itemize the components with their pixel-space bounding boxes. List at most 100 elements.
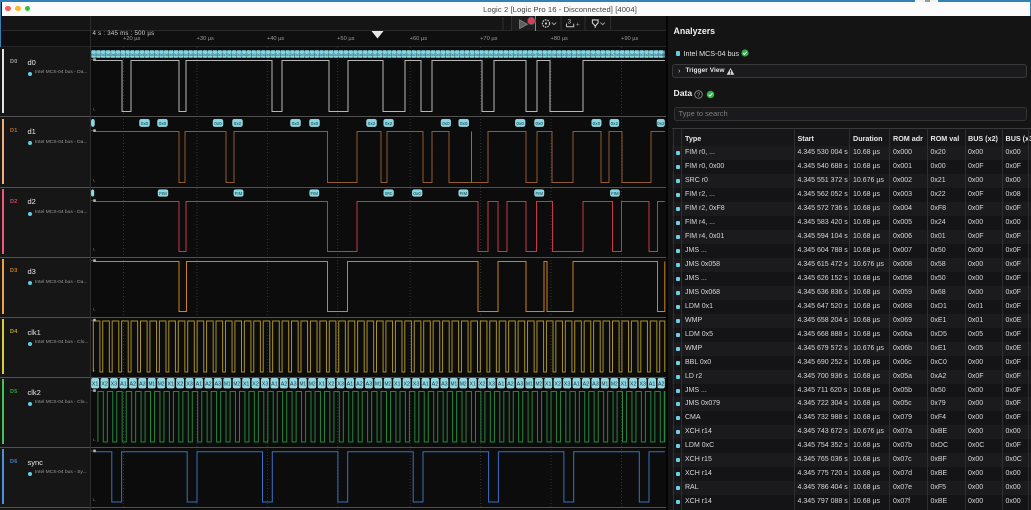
svg-text:A2: A2 — [507, 382, 514, 388]
svg-text:0x0: 0x0 — [214, 121, 222, 126]
svg-text:A3: A3 — [139, 382, 146, 388]
svg-text:0x6: 0x6 — [475, 53, 479, 57]
svg-text:0x1: 0x1 — [484, 53, 488, 57]
svg-text:0x3: 0x3 — [606, 53, 610, 57]
svg-text:M2: M2 — [460, 382, 467, 388]
svg-text:M1: M1 — [602, 382, 609, 388]
svg-text:L: L — [93, 307, 96, 312]
svg-text:M1: M1 — [526, 382, 533, 388]
svg-text:0x3: 0x3 — [295, 53, 299, 57]
svg-text:L: L — [93, 497, 96, 502]
svg-text:0x4: 0x4 — [436, 53, 440, 57]
svg-text:0x2: 0x2 — [385, 121, 393, 126]
svg-text:0x0: 0x0 — [504, 53, 508, 57]
svg-text:X1: X1 — [469, 382, 476, 388]
svg-text:X3: X3 — [488, 382, 495, 388]
svg-text:0x1: 0x1 — [596, 53, 600, 57]
svg-text:0x0: 0x0 — [615, 53, 619, 57]
svg-text:0x6: 0x6 — [189, 53, 193, 57]
svg-text:0x3: 0x3 — [373, 53, 377, 57]
svg-text:0x1: 0x1 — [252, 53, 256, 57]
svg-text:0x1: 0x1 — [392, 53, 396, 57]
svg-text:0x0: 0x0 — [413, 191, 421, 196]
svg-text:A3: A3 — [290, 382, 297, 388]
svg-text:M2: M2 — [535, 382, 542, 388]
svg-text:A2: A2 — [432, 382, 439, 388]
svg-text:0x3: 0x3 — [528, 53, 532, 57]
svg-text:0x7: 0x7 — [378, 53, 382, 57]
svg-text:0x5: 0x5 — [290, 53, 294, 57]
svg-text:0x4: 0x4 — [339, 53, 343, 57]
svg-text:A1: A1 — [120, 382, 127, 388]
svg-text:0x2: 0x2 — [198, 53, 202, 57]
svg-text:A3: A3 — [517, 382, 524, 388]
svg-text:0x4: 0x4 — [358, 53, 362, 57]
svg-text:0x4: 0x4 — [184, 53, 188, 57]
svg-text:0x6: 0x6 — [397, 53, 401, 57]
svg-text:X3: X3 — [337, 382, 344, 388]
svg-text:0x2: 0x2 — [412, 53, 416, 57]
svg-text:0x2: 0x2 — [121, 53, 125, 57]
svg-text:0x0: 0x0 — [593, 121, 601, 126]
svg-text:0x6: 0x6 — [421, 53, 425, 57]
svg-text:0x0: 0x0 — [247, 53, 251, 57]
svg-text:0x5: 0x5 — [368, 53, 372, 57]
svg-text:0x5: 0x5 — [213, 53, 217, 57]
svg-text:0x6: 0x6 — [344, 53, 348, 57]
svg-text:0x2: 0x2 — [431, 53, 435, 57]
svg-text:0x4: 0x4 — [281, 53, 285, 57]
svg-text:0x2: 0x2 — [155, 53, 159, 57]
svg-text:0x0: 0x0 — [305, 53, 309, 57]
svg-text:X2: X2 — [177, 382, 184, 388]
svg-text:0x4: 0x4 — [106, 53, 110, 57]
svg-text:L: L — [93, 437, 96, 442]
svg-text:M2: M2 — [158, 382, 165, 388]
svg-text:0x7: 0x7 — [610, 53, 614, 57]
svg-text:X2: X2 — [554, 382, 561, 388]
svg-text:0x5: 0x5 — [446, 53, 450, 57]
svg-text:0x0: 0x0 — [536, 121, 544, 126]
svg-text:0x2: 0x2 — [353, 53, 357, 57]
svg-text:0x3: 0x3 — [218, 53, 222, 57]
svg-text:A2: A2 — [658, 382, 665, 388]
svg-text:0x4: 0x4 — [649, 53, 653, 57]
svg-text:0x3: 0x3 — [140, 53, 144, 57]
svg-text:0x1: 0x1 — [159, 53, 163, 57]
svg-text:A1: A1 — [347, 382, 354, 388]
svg-text:0x1: 0x1 — [407, 53, 411, 57]
svg-text:X1: X1 — [318, 382, 325, 388]
svg-text:0x1: 0x1 — [96, 53, 100, 57]
svg-text:0x1: 0x1 — [518, 53, 522, 57]
svg-text:0x0: 0x0 — [292, 121, 300, 126]
svg-text:X3: X3 — [186, 382, 193, 388]
svg-text:0x6: 0x6 — [552, 53, 556, 57]
svg-text:0x7: 0x7 — [533, 53, 537, 57]
svg-text:0x2: 0x2 — [611, 121, 619, 126]
svg-text:0x0: 0x0 — [426, 53, 430, 57]
svg-text:0x6: 0x6 — [654, 53, 658, 57]
svg-text:0x0: 0x0 — [557, 53, 561, 57]
svg-text:0x1: 0x1 — [625, 53, 629, 57]
svg-text:0x4: 0x4 — [261, 53, 265, 57]
svg-text:M1: M1 — [451, 382, 458, 388]
svg-text:X1: X1 — [620, 382, 627, 388]
svg-text:X1: X1 — [545, 382, 552, 388]
svg-text:0x4: 0x4 — [125, 53, 129, 57]
svg-text:0x1: 0x1 — [286, 53, 290, 57]
svg-text:0x6: 0x6 — [164, 53, 168, 57]
svg-text:L: L — [93, 367, 96, 372]
svg-text:0x0: 0x0 — [227, 53, 231, 57]
svg-text:0x6: 0x6 — [499, 53, 503, 57]
svg-text:0x0: 0x0 — [516, 121, 524, 126]
svg-text:0x0: 0x0 — [324, 53, 328, 57]
svg-text:M2: M2 — [309, 382, 316, 388]
svg-text:0x3: 0x3 — [450, 53, 454, 57]
svg-text:A1: A1 — [573, 382, 580, 388]
svg-text:0x0: 0x0 — [480, 53, 484, 57]
svg-text:X2: X2 — [630, 382, 637, 388]
svg-text:X3: X3 — [413, 382, 420, 388]
svg-text:M2: M2 — [384, 382, 391, 388]
svg-text:A1: A1 — [649, 382, 656, 388]
svg-text:0x1: 0x1 — [441, 53, 445, 57]
svg-text:0x2: 0x2 — [387, 53, 391, 57]
